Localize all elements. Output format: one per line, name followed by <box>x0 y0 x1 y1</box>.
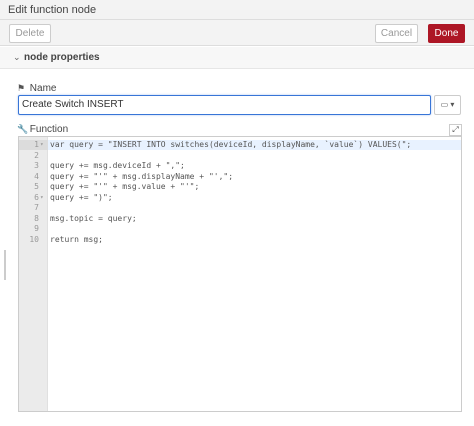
code-line[interactable]: 1 ▾ var query = "INSERT INTO switches(devi… <box>19 140 461 150</box>
line-number: 2 <box>34 150 39 160</box>
code-editor[interactable]: 1 ▾ var query = "INSERT INTO switches(devi… <box>18 136 462 412</box>
fold-marker-icon[interactable]: ▾ <box>40 193 44 203</box>
line-number: 3 <box>34 161 39 170</box>
node-properties-section-header[interactable]: ⌄ node properties <box>0 47 474 69</box>
function-label: 🔧 Function <box>17 124 68 135</box>
wrench-icon: 🔧 <box>17 124 29 134</box>
code-line[interactable]: 9 <box>19 224 461 234</box>
line-number: 10 <box>29 234 39 244</box>
line-number: 4 <box>34 171 39 181</box>
code-text: query += ")"; <box>50 192 113 202</box>
line-number: 8 <box>34 213 39 223</box>
code-line[interactable]: 2 <box>19 151 461 161</box>
code-line[interactable]: 10 return msg; <box>19 235 461 245</box>
name-input[interactable]: Create Switch INSERT <box>18 95 431 115</box>
line-number: 7 <box>34 203 39 212</box>
resize-grip[interactable] <box>4 250 6 280</box>
code-text: var query = "INSERT INTO switches(device… <box>50 140 412 149</box>
code-line[interactable]: 4 query += "'" + msg.displayName + "',"; <box>19 172 461 182</box>
tag-icon: ⚑ <box>17 83 26 93</box>
function-label-text: Function <box>29 124 69 135</box>
cancel-button[interactable]: Cancel <box>375 24 418 43</box>
code-text: return msg; <box>50 234 103 244</box>
code-text: msg.topic = query; <box>50 213 137 223</box>
done-button[interactable]: Done <box>428 24 465 43</box>
line-number: 1 <box>34 140 39 149</box>
code-text: query += "'" + msg.value + "'"; <box>50 182 200 191</box>
code-text: query += msg.deviceId + ","; <box>50 161 185 170</box>
line-number: 6 <box>34 192 39 202</box>
code-line[interactable]: 6 ▾ query += ")"; <box>19 193 461 203</box>
tray-toolbar: Delete Cancel Done <box>0 20 474 46</box>
tray-header: Edit function node <box>0 0 474 20</box>
line-number: 9 <box>34 224 39 233</box>
delete-button[interactable]: Delete <box>9 24 51 43</box>
section-title: node properties <box>24 52 100 63</box>
code-line[interactable]: 7 <box>19 203 461 213</box>
code-line[interactable]: 8 msg.topic = query; <box>19 214 461 224</box>
chevron-down-icon: ⌄ <box>13 52 21 62</box>
code-line[interactable]: 3 query += msg.deviceId + ","; <box>19 161 461 171</box>
expand-editor-icon[interactable]: ⤢ <box>449 124 462 136</box>
fold-marker-icon[interactable]: ▾ <box>40 140 44 150</box>
icon-select-button[interactable]: ▭ ▾ <box>434 95 461 115</box>
line-number: 5 <box>34 182 39 191</box>
code-text: query += "'" + msg.displayName + "',"; <box>50 171 234 181</box>
name-label-text: Name <box>29 83 57 94</box>
tray-title: Edit function node <box>8 4 97 16</box>
name-label: ⚑ Name <box>17 83 56 94</box>
code-line[interactable]: 5 query += "'" + msg.value + "'"; <box>19 182 461 192</box>
